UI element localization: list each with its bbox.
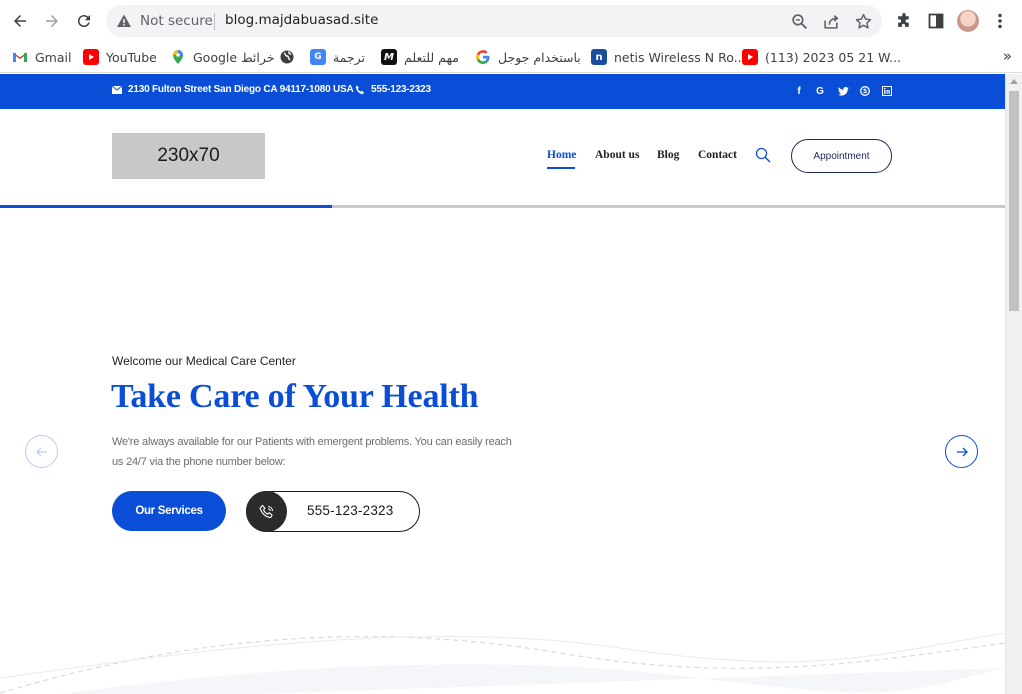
not-secure-label[interactable]: Not secure [140, 13, 213, 29]
bookmark-label: Gmail [35, 49, 72, 65]
back-button[interactable] [8, 9, 32, 33]
twitter-icon[interactable] [836, 84, 850, 98]
scrollbar-thumb[interactable] [1009, 91, 1019, 311]
url-text[interactable]: blog.majdabuasad.site [225, 12, 378, 28]
address-text: 2130 Fulton Street San Diego CA 94117-10… [128, 84, 354, 95]
bookmark-label: YouTube [106, 49, 157, 65]
skype-logo-icon [860, 86, 870, 96]
facebook-icon[interactable]: f [792, 84, 806, 98]
site-logo[interactable]: 230x70 [112, 133, 265, 179]
nav-blog[interactable]: Blog [657, 149, 679, 161]
google-maps-icon [173, 50, 183, 64]
slider-next-button[interactable] [945, 435, 978, 468]
hero-description: We're always available for our Patients … [112, 436, 512, 468]
bookmark-label: باستخدام جوجل [498, 49, 581, 65]
phone-circle [246, 491, 287, 532]
skype-icon[interactable] [858, 84, 872, 98]
hero-phone-number: 555-123-2323 [307, 503, 394, 518]
bookmark-label: مهم للتعلم [404, 49, 459, 65]
hero-title: Take Care of Your Health [111, 378, 479, 415]
envelope-icon [112, 85, 122, 94]
appointment-label: Appointment [813, 150, 870, 162]
google-icon [476, 50, 490, 64]
profile-avatar[interactable] [957, 10, 979, 32]
bookmark-label: Google خرائط [193, 49, 275, 65]
nav-about-us[interactable]: About us [595, 149, 639, 161]
bookmarks-bar: Gmail YouTube Google خرائط G ترجمة M مهم… [0, 42, 1022, 73]
page-viewport: 2130 Fulton Street San Diego CA 94117-10… [0, 74, 1005, 694]
m-logo-icon: M [381, 49, 397, 65]
youtube-icon [742, 49, 758, 65]
netis-icon: n [591, 49, 607, 65]
side-panel-button[interactable] [926, 11, 946, 31]
bookmark-netis[interactable]: n netis Wireless N Ro... [591, 48, 746, 66]
share-icon[interactable] [823, 13, 840, 30]
phone-info: 555-123-2323 [355, 84, 431, 95]
bookmark-google[interactable]: باستخدام جوجل [475, 48, 581, 66]
google-plus-icon[interactable]: G [813, 84, 827, 98]
topbar-phone-text: 555-123-2323 [371, 84, 431, 95]
reload-icon [77, 15, 90, 28]
puzzle-icon [897, 12, 909, 27]
logo-placeholder-text: 230x70 [157, 145, 220, 166]
forward-arrow-icon [46, 15, 58, 27]
side-panel-icon [928, 13, 944, 29]
hero-welcome-text: Welcome our Medical Care Center [112, 354, 296, 368]
back-arrow-icon [14, 15, 26, 27]
twitter-bird-icon [837, 86, 849, 96]
youtube-icon [83, 49, 99, 65]
browser-toolbar: Not secure blog.majdabuasad.site [0, 0, 1022, 42]
bookmark-google-maps[interactable]: Google خرائط [170, 48, 275, 66]
our-services-button[interactable]: Our Services [112, 491, 226, 531]
zoom-icon[interactable] [791, 13, 808, 30]
bookmark-star-icon[interactable] [855, 13, 872, 30]
our-services-label: Our Services [135, 505, 203, 517]
forward-button[interactable] [40, 9, 64, 33]
search-icon[interactable] [755, 147, 771, 163]
decorative-wave [0, 632, 1005, 694]
arrow-right-icon [956, 447, 968, 456]
google-translate-icon: G [310, 49, 326, 65]
bookmark-youtube[interactable]: YouTube [83, 48, 157, 66]
nav-contact[interactable]: Contact [698, 149, 737, 161]
nav-home[interactable]: Home [547, 149, 576, 161]
scroll-up-arrow[interactable] [1010, 79, 1018, 84]
reload-button[interactable] [72, 9, 96, 33]
appointment-button[interactable]: Appointment [791, 139, 892, 173]
contact-topbar: 2130 Fulton Street San Diego CA 94117-10… [0, 74, 1005, 109]
kebab-menu-icon [998, 13, 1002, 29]
slider-prev-button[interactable] [25, 435, 58, 468]
warning-icon [117, 14, 131, 27]
bookmark-label: (113) 2023 05 21 W... [765, 49, 901, 65]
nav-active-underline [547, 167, 575, 169]
omnibox-divider [214, 13, 215, 30]
bookmark-important[interactable]: M مهم للتعلم [381, 48, 459, 66]
hero-slider: Welcome our Medical Care Center Take Car… [0, 208, 1005, 694]
extensions-button[interactable] [894, 11, 914, 31]
bookmark-label: netis Wireless N Ro... [614, 49, 746, 65]
linkedin-icon[interactable] [880, 84, 894, 98]
bookmark-translate[interactable]: G ترجمة [310, 48, 365, 66]
address-info: 2130 Fulton Street San Diego CA 94117-10… [112, 84, 354, 95]
gmail-icon [12, 52, 28, 62]
linkedin-logo-icon [882, 86, 892, 96]
arrow-left-icon [35, 447, 47, 456]
site-header: 230x70 Home About us Blog Contact Appoin… [0, 109, 1005, 205]
page-scrollbar[interactable] [1005, 74, 1022, 694]
phone-call-button[interactable]: 555-123-2323 [246, 491, 420, 532]
phone-ring-icon [258, 504, 273, 518]
phone-icon [355, 85, 364, 94]
bookmark-globe[interactable] [279, 48, 295, 66]
globe-icon [280, 50, 294, 64]
bookmark-label: ترجمة [333, 49, 366, 65]
bookmark-gmail[interactable]: Gmail [12, 48, 71, 66]
bookmark-youtube-video[interactable]: (113) 2023 05 21 W... [742, 48, 901, 66]
chrome-menu-button[interactable] [990, 11, 1010, 31]
address-bar[interactable]: Not secure blog.majdabuasad.site [106, 5, 882, 37]
more-bookmarks-button[interactable]: » [1003, 47, 1012, 65]
